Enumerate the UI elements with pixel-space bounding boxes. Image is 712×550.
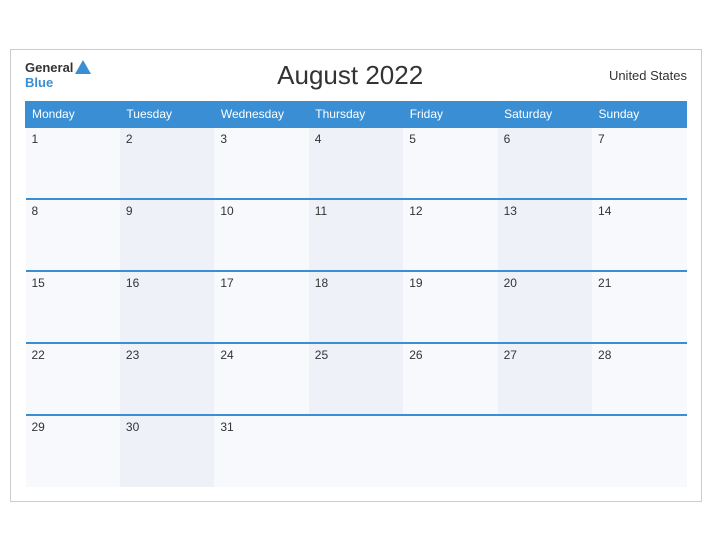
calendar-day-cell: 24 [214, 343, 308, 415]
calendar-day-cell: 15 [26, 271, 120, 343]
day-number: 19 [409, 276, 422, 290]
month-title: August 2022 [277, 60, 423, 91]
day-number: 11 [315, 204, 327, 218]
logo: General Blue [25, 60, 91, 90]
calendar-header-row: Monday Tuesday Wednesday Thursday Friday… [26, 101, 687, 127]
calendar-day-cell: 30 [120, 415, 214, 487]
calendar-day-cell: 1 [26, 127, 120, 199]
day-number: 10 [220, 204, 233, 218]
day-number: 21 [598, 276, 611, 290]
day-number: 26 [409, 348, 422, 362]
day-number: 28 [598, 348, 611, 362]
calendar-day-cell [592, 415, 686, 487]
day-number: 1 [32, 132, 39, 146]
calendar-day-cell [309, 415, 403, 487]
calendar-day-cell: 11 [309, 199, 403, 271]
calendar-day-cell [403, 415, 497, 487]
calendar-day-cell: 9 [120, 199, 214, 271]
day-number: 12 [409, 204, 422, 218]
calendar-day-cell: 20 [498, 271, 592, 343]
day-number: 31 [220, 420, 233, 434]
calendar-day-cell: 4 [309, 127, 403, 199]
day-number: 13 [504, 204, 517, 218]
calendar-header: General Blue August 2022 United States [25, 60, 687, 91]
calendar-day-cell: 13 [498, 199, 592, 271]
day-number: 22 [32, 348, 45, 362]
day-number: 7 [598, 132, 605, 146]
day-number: 23 [126, 348, 139, 362]
day-number: 30 [126, 420, 139, 434]
calendar-day-cell: 12 [403, 199, 497, 271]
calendar-body: 1234567891011121314151617181920212223242… [26, 127, 687, 487]
day-number: 25 [315, 348, 328, 362]
day-number: 8 [32, 204, 39, 218]
calendar-day-cell: 31 [214, 415, 308, 487]
calendar-day-cell: 6 [498, 127, 592, 199]
day-number: 6 [504, 132, 511, 146]
col-sunday: Sunday [592, 101, 686, 127]
day-number: 18 [315, 276, 328, 290]
calendar-week-row: 1 2 3 4 5 6 7 [26, 127, 687, 199]
country-label: United States [609, 68, 687, 83]
calendar-day-cell: 22 [26, 343, 120, 415]
calendar-day-cell: 10 [214, 199, 308, 271]
day-number: 3 [220, 132, 227, 146]
calendar-day-cell: 19 [403, 271, 497, 343]
day-number: 20 [504, 276, 517, 290]
day-number: 24 [220, 348, 233, 362]
col-monday: Monday [26, 101, 120, 127]
day-number: 2 [126, 132, 133, 146]
day-number: 14 [598, 204, 611, 218]
calendar-grid: Monday Tuesday Wednesday Thursday Friday… [25, 101, 687, 487]
calendar-week-row: 22 23 24 25 26 27 28 [26, 343, 687, 415]
col-friday: Friday [403, 101, 497, 127]
calendar-day-cell: 14 [592, 199, 686, 271]
calendar-day-cell: 18 [309, 271, 403, 343]
calendar-week-row: 8 9 10 11 12 13 14 [26, 199, 687, 271]
day-number: 5 [409, 132, 416, 146]
calendar-week-row: 29 30 31 [26, 415, 687, 487]
day-number: 16 [126, 276, 139, 290]
calendar-day-cell: 21 [592, 271, 686, 343]
calendar-day-cell: 2 [120, 127, 214, 199]
day-number: 15 [32, 276, 45, 290]
calendar-day-cell: 23 [120, 343, 214, 415]
calendar-week-row: 15 16 17 18 19 20 21 [26, 271, 687, 343]
logo-blue-text: Blue [25, 76, 53, 90]
calendar-day-cell: 16 [120, 271, 214, 343]
col-wednesday: Wednesday [214, 101, 308, 127]
logo-triangle-icon [75, 60, 91, 74]
day-number: 27 [504, 348, 517, 362]
calendar-day-cell: 7 [592, 127, 686, 199]
day-number: 17 [220, 276, 233, 290]
calendar-day-cell: 5 [403, 127, 497, 199]
calendar-container: General Blue August 2022 United States M… [10, 49, 702, 502]
calendar-day-cell: 26 [403, 343, 497, 415]
calendar-day-cell: 3 [214, 127, 308, 199]
day-number: 4 [315, 132, 322, 146]
calendar-day-cell: 17 [214, 271, 308, 343]
day-number: 9 [126, 204, 133, 218]
calendar-day-cell: 29 [26, 415, 120, 487]
calendar-day-cell: 28 [592, 343, 686, 415]
day-number: 29 [32, 420, 45, 434]
calendar-day-cell: 27 [498, 343, 592, 415]
calendar-day-cell: 8 [26, 199, 120, 271]
col-saturday: Saturday [498, 101, 592, 127]
calendar-day-cell: 25 [309, 343, 403, 415]
col-tuesday: Tuesday [120, 101, 214, 127]
calendar-day-cell [498, 415, 592, 487]
logo-general-text: General [25, 61, 73, 75]
col-thursday: Thursday [309, 101, 403, 127]
